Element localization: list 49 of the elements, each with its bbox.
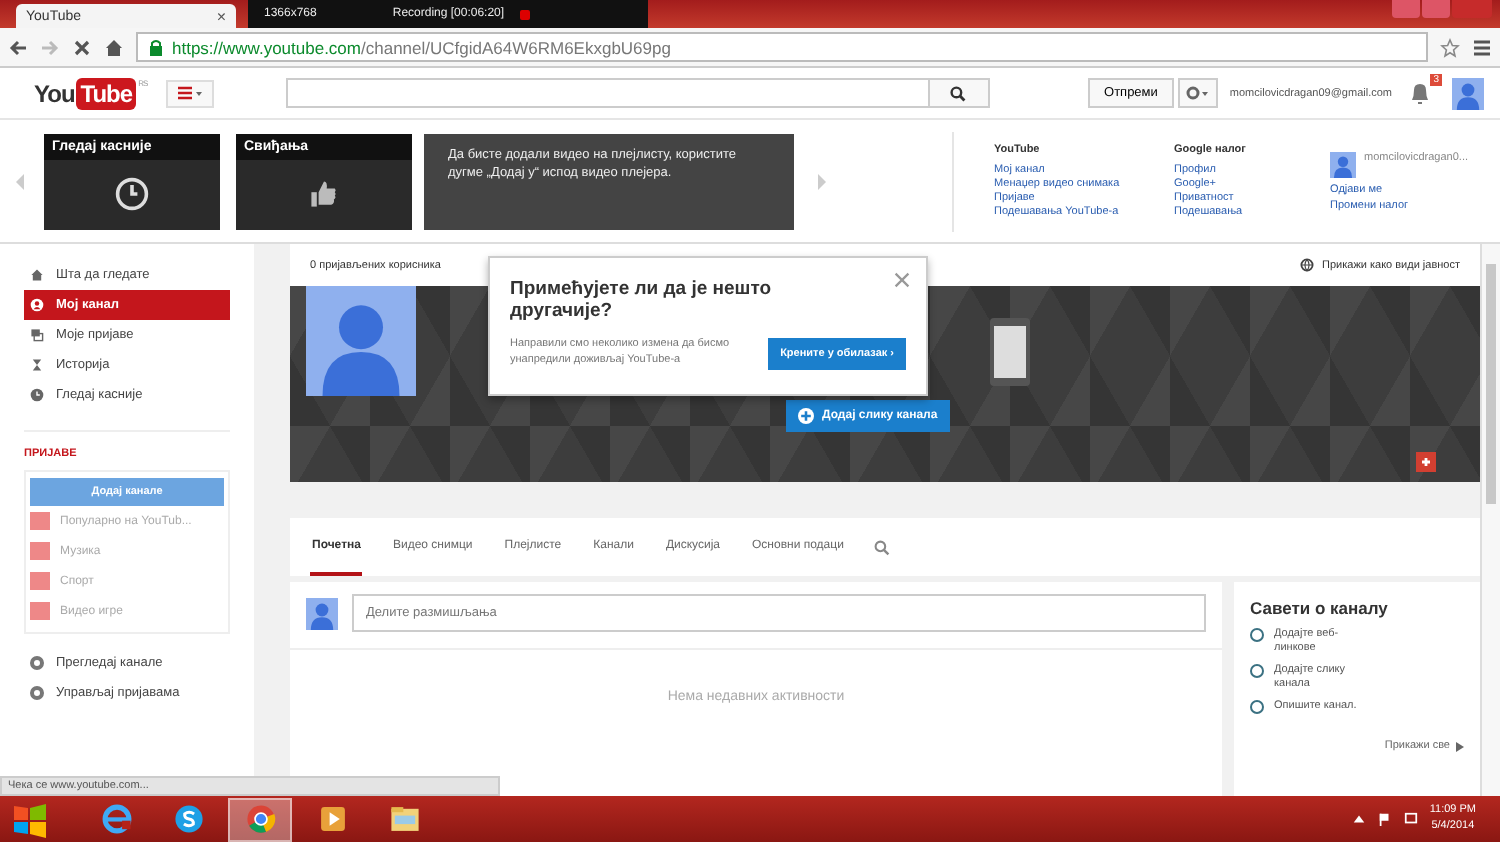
search-icon[interactable] (873, 539, 890, 555)
clock-icon (114, 176, 150, 212)
folder-icon[interactable] (387, 802, 421, 836)
chat-s-icon[interactable] (171, 802, 205, 836)
card-title: Савети о каналу (1250, 598, 1390, 618)
caret-icon[interactable] (1351, 812, 1366, 826)
menu-icon[interactable] (1472, 37, 1492, 57)
search-field[interactable] (285, 78, 930, 108)
close-icon[interactable] (894, 272, 910, 288)
url-text: https://www.youtube.com/channel/UCfgidA64W6RM6EkxgbU69pg (172, 37, 671, 57)
notifications-icon[interactable] (1408, 79, 1432, 107)
tab-close-button[interactable]: × (216, 7, 226, 25)
chrome-icon[interactable] (243, 802, 277, 836)
address-bar[interactable]: https://www.youtube.com/channel/UCfgidA64W6RM6EkxgbU69pg (136, 32, 1428, 62)
account-avatar (1330, 151, 1357, 177)
search-icon (950, 85, 967, 101)
user-avatar (306, 597, 338, 629)
search-button[interactable] (929, 78, 990, 108)
globe-icon (1300, 258, 1315, 272)
thumbs-up-icon (306, 176, 342, 212)
menu-icon (177, 86, 202, 100)
google-plus-icon[interactable] (1416, 452, 1436, 472)
stop-icon[interactable] (72, 37, 92, 57)
home-icon[interactable] (104, 37, 124, 57)
avatar (1452, 77, 1484, 109)
hourglass-icon (30, 358, 44, 372)
popup-title: Примећујете ли да је нешто другачије? (510, 278, 774, 324)
user-circle-icon (30, 298, 44, 312)
triangle-icon (1456, 741, 1464, 752)
flag-icon[interactable] (1377, 812, 1392, 826)
taskbar-button[interactable] (228, 797, 292, 841)
media-player-icon[interactable] (315, 802, 349, 836)
guide-button[interactable] (165, 79, 214, 107)
lock-icon (146, 37, 166, 57)
browser-e-icon[interactable] (99, 802, 133, 836)
channel-avatar (306, 286, 416, 396)
stop-icon[interactable] (520, 9, 531, 19)
home-icon (30, 268, 44, 282)
scrollbar[interactable] (1480, 244, 1500, 796)
back-icon[interactable] (8, 37, 28, 57)
settings-button[interactable] (1177, 78, 1218, 108)
subscriptions-icon (30, 328, 44, 342)
start-button[interactable] (8, 799, 52, 839)
star-icon[interactable] (1440, 37, 1460, 57)
settings-icon (1186, 86, 1209, 100)
phone-drawing (990, 318, 1030, 386)
plus-icon (798, 408, 814, 424)
clock-icon (30, 388, 44, 402)
network-icon[interactable] (1403, 812, 1418, 826)
